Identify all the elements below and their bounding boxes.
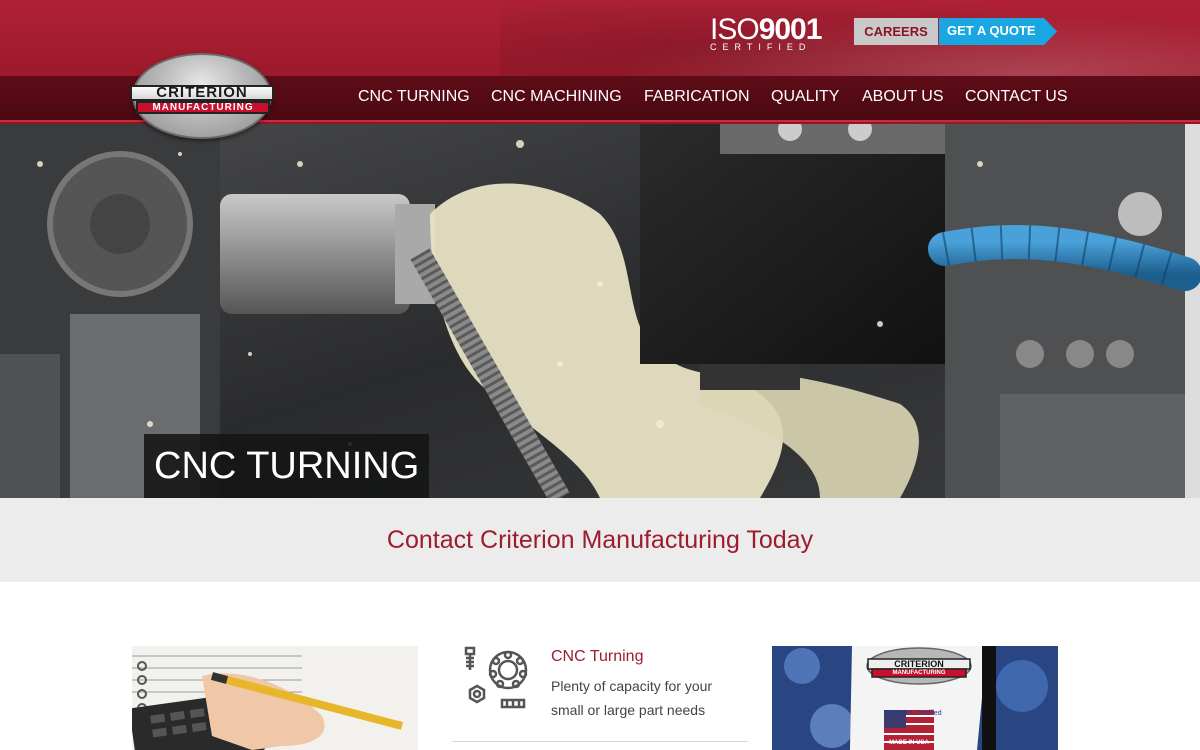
nav-about-us[interactable]: ABOUT US — [862, 88, 944, 106]
cnc-turning-card[interactable]: CNC Turning Plenty of capacity for your … — [452, 646, 748, 742]
iso-9001-badge: ISO9001 CERTIFIED — [710, 15, 835, 53]
calculator-photo[interactable] — [132, 646, 418, 750]
card-title[interactable]: CNC Turning — [551, 648, 643, 666]
nav-fabrication[interactable]: FABRICATION — [644, 88, 750, 106]
criterion-brochure-photo[interactable]: CRITERION MANUFACTURING ISO 9001 Certifi… — [772, 646, 1058, 750]
contact-cta-band[interactable]: Contact Criterion Manufacturing Today — [0, 498, 1200, 582]
logo-subtitle: MANUFACTURING — [136, 101, 270, 114]
get-a-quote-button[interactable]: GET A QUOTE — [939, 18, 1057, 45]
careers-button[interactable]: CAREERS — [854, 18, 938, 45]
brochure-logo-subtitle: MANUFACTURING — [892, 670, 946, 676]
logo-wordmark: CRITERION — [130, 85, 274, 101]
brochure-flag-text: MADE IN USA — [889, 740, 929, 746]
brochure-iso-text: ISO 9001 Certified — [884, 710, 942, 717]
calculator-illustration — [132, 646, 418, 750]
page-title: CNC TURNING — [144, 434, 430, 498]
contact-heading-link[interactable]: Contact Criterion Manufacturing Today — [0, 498, 1200, 582]
criterion-logo[interactable]: CRITERION MANUFACTURING — [130, 53, 274, 139]
nav-cnc-turning[interactable]: CNC TURNING — [358, 88, 470, 106]
nav-contact-us[interactable]: CONTACT US — [965, 88, 1068, 106]
nav-quality[interactable]: QUALITY — [771, 88, 839, 106]
bearing-icon — [464, 646, 528, 709]
card-description: Plenty of capacity for your small or lar… — [551, 678, 713, 718]
brochure-logo-wordmark: CRITERION — [894, 659, 944, 669]
nav-cnc-machining[interactable]: CNC MACHINING — [491, 88, 622, 106]
